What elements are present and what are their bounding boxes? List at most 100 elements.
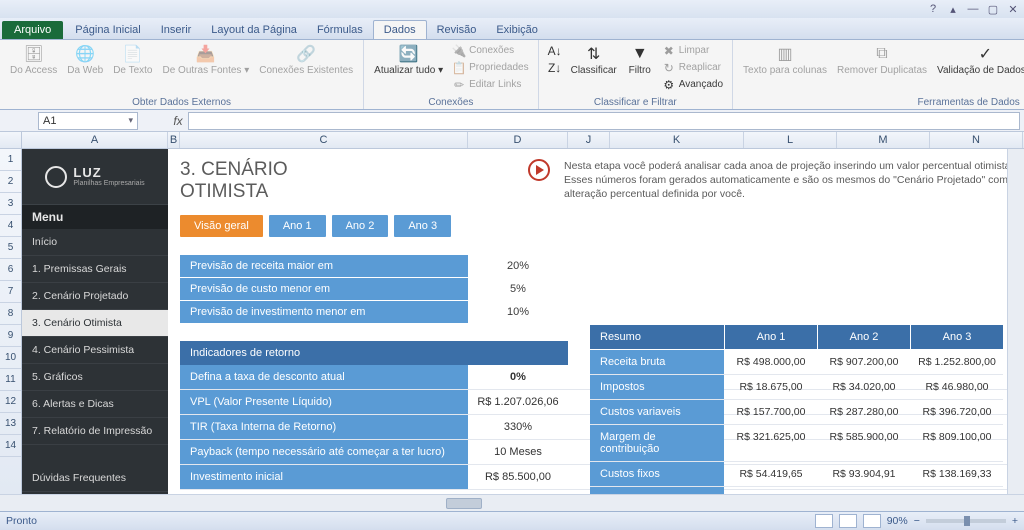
- sheet-content[interactable]: LUZPlanilhas Empresariais Menu Início1. …: [22, 149, 1024, 494]
- name-box[interactable]: A1▾: [38, 112, 138, 130]
- row-header[interactable]: 14: [0, 435, 21, 457]
- row-header[interactable]: 5: [0, 237, 21, 259]
- sidebar-item[interactable]: 4. Cenário Pessimista: [22, 337, 168, 364]
- indicator-label: Defina a taxa de desconto atual: [180, 365, 468, 389]
- zoom-slider[interactable]: [926, 519, 1006, 523]
- minimize-icon[interactable]: —: [966, 2, 980, 16]
- row-header[interactable]: 10: [0, 347, 21, 369]
- tab-view[interactable]: Exibição: [486, 21, 548, 39]
- sidebar-item[interactable]: 3. Cenário Otimista: [22, 310, 168, 337]
- view-tab[interactable]: Ano 1: [269, 215, 326, 237]
- from-other-button[interactable]: 📥De Outras Fontes ▾: [159, 42, 254, 78]
- indicator-value[interactable]: R$ 1.207.026,06: [468, 390, 568, 414]
- view-layout-button[interactable]: [839, 514, 857, 528]
- from-web-button[interactable]: 🌐Da Web: [63, 42, 107, 78]
- sidebar-item[interactable]: 7. Relatório de Impressão: [22, 418, 168, 445]
- summary-value: R$ 34.020,00: [818, 375, 910, 399]
- connections-button[interactable]: 🔌Conexões: [449, 42, 531, 59]
- col-header[interactable]: C: [180, 132, 468, 148]
- row-header[interactable]: 4: [0, 215, 21, 237]
- sidebar-item[interactable]: 1. Premissas Gerais: [22, 256, 168, 283]
- view-tab[interactable]: Visão geral: [180, 215, 263, 237]
- col-header[interactable]: A: [22, 132, 168, 148]
- sort-asc-button[interactable]: A↓: [545, 42, 565, 59]
- indicator-value[interactable]: R$ 85.500,00: [468, 465, 568, 489]
- clear-filter-button[interactable]: ✖Limpar: [659, 42, 726, 59]
- horizontal-scrollbar[interactable]: [0, 494, 1024, 511]
- tab-file[interactable]: Arquivo: [2, 21, 63, 39]
- row-header[interactable]: 8: [0, 303, 21, 325]
- row-header[interactable]: 7: [0, 281, 21, 303]
- view-tab[interactable]: Ano 3: [394, 215, 451, 237]
- sidebar-item[interactable]: 6. Alertas e Dicas: [22, 391, 168, 418]
- row-header[interactable]: 6: [0, 259, 21, 281]
- help-icon[interactable]: ?: [926, 2, 940, 16]
- col-header[interactable]: B: [168, 132, 180, 148]
- vertical-scrollbar[interactable]: [1007, 149, 1024, 494]
- col-header[interactable]: J: [568, 132, 610, 148]
- row-header[interactable]: 11: [0, 369, 21, 391]
- chevron-down-icon[interactable]: ▾: [128, 115, 133, 126]
- col-header[interactable]: K: [610, 132, 744, 148]
- filter-button[interactable]: ▼Filtro: [623, 42, 657, 78]
- sidebar-item[interactable]: 5. Gráficos: [22, 364, 168, 391]
- tab-data[interactable]: Dados: [373, 20, 427, 39]
- col-header[interactable]: L: [744, 132, 837, 148]
- view-tab[interactable]: Ano 2: [332, 215, 389, 237]
- view-normal-button[interactable]: [815, 514, 833, 528]
- formula-bar: A1▾ fx: [0, 110, 1024, 132]
- scroll-thumb[interactable]: [446, 498, 482, 509]
- zoom-in-button[interactable]: +: [1012, 515, 1018, 527]
- tab-layout[interactable]: Layout da Página: [201, 21, 307, 39]
- play-icon[interactable]: [528, 159, 550, 181]
- maximize-icon[interactable]: ▢: [986, 2, 1000, 16]
- from-text-button[interactable]: 📄De Texto: [109, 42, 156, 78]
- minimize-ribbon-icon[interactable]: ▴: [946, 2, 960, 16]
- sidebar-item[interactable]: 2. Cenário Projetado: [22, 283, 168, 310]
- indicator-label: Payback (tempo necessário até começar a …: [180, 440, 468, 464]
- row-header[interactable]: 13: [0, 413, 21, 435]
- sidebar-footer-item[interactable]: Dúvidas Frequentes: [22, 465, 168, 492]
- tab-formulas[interactable]: Fórmulas: [307, 21, 373, 39]
- forecast-table: Previsão de receita maior em20%Previsão …: [180, 255, 1024, 323]
- row-header[interactable]: 1: [0, 149, 21, 171]
- advanced-filter-button[interactable]: ⚙Avançado: [659, 76, 726, 93]
- sidebar-item[interactable]: Início: [22, 229, 168, 256]
- close-icon[interactable]: ✕: [1006, 2, 1020, 16]
- row-header[interactable]: 9: [0, 325, 21, 347]
- refresh-all-button[interactable]: 🔄Atualizar tudo ▾: [370, 42, 447, 78]
- forecast-value[interactable]: 20%: [468, 255, 568, 277]
- sort-desc-button[interactable]: Z↓: [545, 59, 565, 76]
- row-header[interactable]: 2: [0, 171, 21, 193]
- indicator-value[interactable]: 10 Meses: [468, 440, 568, 464]
- forecast-value[interactable]: 10%: [468, 301, 568, 323]
- col-header[interactable]: N: [930, 132, 1023, 148]
- summary-value: R$ 809.100,00: [911, 425, 1003, 461]
- reapply-button[interactable]: ↻Reaplicar: [659, 59, 726, 76]
- indicator-value[interactable]: 0%: [468, 365, 568, 389]
- data-validation-button[interactable]: ✓Validação de Dados ▾: [933, 42, 1024, 78]
- tab-home[interactable]: Página Inicial: [65, 21, 150, 39]
- indicator-value[interactable]: 330%: [468, 415, 568, 439]
- remove-duplicates-button[interactable]: ⧉Remover Duplicatas: [833, 42, 931, 78]
- col-header[interactable]: M: [837, 132, 930, 148]
- edit-links-button[interactable]: ✏Editar Links: [449, 76, 531, 93]
- from-access-button[interactable]: 🗄Do Access: [6, 42, 61, 78]
- sidebar-footer-item[interactable]: Sugestões para Você: [22, 492, 168, 494]
- forecast-value[interactable]: 5%: [468, 278, 568, 300]
- tab-insert[interactable]: Inserir: [151, 21, 202, 39]
- zoom-level: 90%: [887, 515, 908, 527]
- text-to-columns-button[interactable]: ▥Texto para colunas: [739, 42, 831, 78]
- row-header[interactable]: 3: [0, 193, 21, 215]
- properties-button[interactable]: 📋Propriedades: [449, 59, 531, 76]
- fx-button[interactable]: fx: [168, 114, 188, 128]
- zoom-out-button[interactable]: −: [914, 515, 920, 527]
- row-header[interactable]: 12: [0, 391, 21, 413]
- view-break-button[interactable]: [863, 514, 881, 528]
- tab-review[interactable]: Revisão: [427, 21, 487, 39]
- col-header[interactable]: D: [468, 132, 568, 148]
- formula-input[interactable]: [188, 112, 1020, 130]
- sort-button[interactable]: ⇅Classificar: [567, 42, 621, 78]
- existing-conn-button[interactable]: 🔗Conexões Existentes: [255, 42, 357, 78]
- summary-value: R$ 46.980,00: [911, 375, 1003, 399]
